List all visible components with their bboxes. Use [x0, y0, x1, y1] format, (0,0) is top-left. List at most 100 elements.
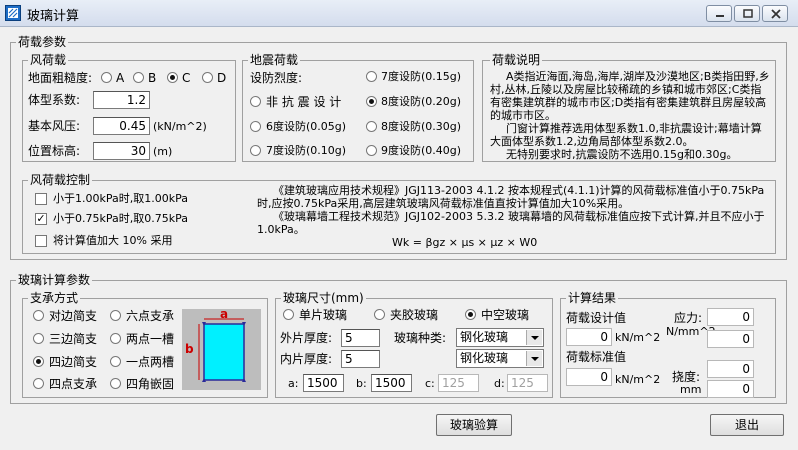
minimize-button[interactable] [706, 5, 732, 22]
support-four-corner-radio[interactable] [110, 378, 121, 389]
support-three-edge-label: 三边简支 [49, 332, 98, 346]
maximize-button[interactable] [734, 5, 760, 22]
laminated-glass-radio[interactable] [374, 309, 385, 320]
control-note-2: 《玻璃幕墙工程技术规范》JGJ102-2003 5.3.2 玻璃幕墙的风荷载标准… [257, 210, 765, 236]
seismic-6-005-label: 6度设防(0.05g) [266, 120, 347, 133]
support-four-point-label: 四点支承 [49, 377, 98, 391]
roughness-a-radio[interactable] [101, 72, 112, 83]
inner-kind-value: 钢化玻璃 [460, 351, 509, 365]
outer-thickness-label: 外片厚度: [280, 331, 333, 345]
std-value-label: 荷载标准值 [566, 350, 627, 364]
shape-coef-input[interactable]: 1.2 [93, 91, 150, 109]
roughness-label: 地面粗糙度: [28, 71, 93, 85]
dim-a-label: a [220, 307, 229, 321]
deflection-output-1: 0 [707, 360, 754, 378]
base-pressure-input[interactable]: 0.45 [93, 117, 150, 135]
seismic-legend: 地震荷载 [248, 53, 301, 67]
support-six-point-label: 六点支承 [126, 309, 175, 323]
support-legend: 支承方式 [28, 291, 81, 305]
increase-10-checkbox[interactable] [35, 235, 47, 247]
seismic-8-030-radio[interactable] [366, 121, 377, 132]
seismic-7-010-label: 7度设防(0.10g) [266, 144, 347, 157]
base-pressure-label: 基本风压: [28, 119, 81, 133]
design-value-output: 0 [566, 328, 612, 346]
roughness-b-radio[interactable] [133, 72, 144, 83]
design-value-unit: kN/m^2 [615, 331, 661, 344]
roughness-a-label: A [116, 71, 125, 85]
wind-load-legend: 风荷载 [28, 53, 69, 67]
inner-thickness-input[interactable]: 5 [341, 350, 380, 368]
support-one-point-slot-label: 一点两槽 [126, 355, 175, 369]
deflection-label: 挠度: [672, 370, 701, 384]
glass-check-button[interactable]: 玻璃验算 [436, 414, 512, 436]
seismic-8-020-radio[interactable] [366, 96, 377, 107]
insulated-glass-label: 中空玻璃 [481, 308, 530, 322]
app-icon [5, 5, 21, 21]
seismic-9-040-label: 9度设防(0.40g) [381, 144, 462, 157]
chevron-down-icon[interactable] [526, 351, 542, 366]
outer-kind-value: 钢化玻璃 [460, 330, 509, 344]
support-two-point-slot-radio[interactable] [110, 333, 121, 344]
roughness-d-label: D [217, 71, 227, 85]
min-075-checkbox[interactable]: ✓ [35, 213, 47, 225]
min-100-label: 小于1.00kPa时,取1.00kPa [53, 192, 188, 205]
roughness-c-label: C [182, 71, 191, 85]
support-two-edge-label: 对边简支 [49, 309, 98, 323]
size-b-label: b: [356, 377, 367, 390]
base-pressure-unit: (kN/m^2) [153, 120, 207, 133]
outer-kind-select[interactable]: 钢化玻璃 [456, 328, 544, 347]
height-label: 位置标高: [28, 144, 81, 158]
intensity-label: 设防烈度: [250, 71, 303, 85]
support-one-point-slot-radio[interactable] [110, 356, 121, 367]
size-a-input[interactable]: 1500 [303, 374, 344, 392]
seismic-8-030-label: 8度设防(0.30g) [381, 120, 462, 133]
single-glass-label: 单片玻璃 [299, 308, 348, 322]
exit-button[interactable]: 退出 [710, 414, 784, 436]
support-two-point-slot-label: 两点一槽 [126, 332, 175, 346]
std-value-output: 0 [566, 368, 612, 386]
insulated-glass-radio[interactable] [465, 309, 476, 320]
support-two-edge-radio[interactable] [33, 310, 44, 321]
support-six-point-radio[interactable] [110, 310, 121, 321]
seismic-7-015-radio[interactable] [366, 71, 377, 82]
glass-params-legend: 玻璃计算参数 [16, 273, 93, 287]
close-button[interactable] [762, 5, 788, 22]
size-a-label: a: [288, 377, 299, 390]
result-legend: 计算结果 [566, 291, 619, 305]
support-four-point-radio[interactable] [33, 378, 44, 389]
support-four-corner-label: 四角嵌固 [126, 377, 175, 391]
title-bar [0, 0, 798, 27]
seismic-9-040-radio[interactable] [366, 145, 377, 156]
size-b-input[interactable]: 1500 [371, 374, 412, 392]
seismic-none-radio[interactable] [250, 96, 261, 107]
stress-label: 应力: [674, 311, 703, 325]
load-notes-text-1: A类指近海面,海岛,海岸,湖岸及沙漠地区;B类指田野,乡村,丛林,丘陵以及房屋比… [490, 70, 770, 122]
height-unit: (m) [153, 145, 173, 158]
control-note-1: 《建筑玻璃应用技术规程》JGJ113-2003 4.1.2 按本规程式(4.1.… [257, 184, 765, 210]
support-three-edge-radio[interactable] [33, 333, 44, 344]
roughness-d-radio[interactable] [202, 72, 213, 83]
height-input[interactable]: 30 [93, 142, 150, 160]
stress-output-1: 0 [707, 308, 754, 326]
load-params-legend: 荷载参数 [16, 35, 69, 49]
size-d-input[interactable]: 125 [507, 374, 548, 392]
support-four-edge-radio[interactable] [33, 356, 44, 367]
inner-kind-select[interactable]: 钢化玻璃 [456, 349, 544, 368]
load-notes-text-2: 门窗计算推荐选用体型系数1.0,非抗震设计;幕墙计算大面体型系数1.2,边角局部… [490, 122, 762, 148]
min-100-checkbox[interactable] [35, 193, 47, 205]
load-notes-text-3: 无特别要求时,抗震设防不选用0.15g和0.30g。 [506, 148, 738, 161]
chevron-down-icon[interactable] [526, 330, 542, 345]
shape-coef-label: 体型系数: [28, 93, 81, 107]
size-c-input[interactable]: 125 [438, 374, 479, 392]
seismic-6-005-radio[interactable] [250, 121, 261, 132]
dim-b-label: b [185, 342, 194, 356]
checkmark-icon: ✓ [36, 212, 46, 225]
std-value-unit: kN/m^2 [615, 373, 661, 386]
size-d-label: d: [494, 377, 505, 390]
roughness-c-radio[interactable] [167, 72, 178, 83]
seismic-7-010-radio[interactable] [250, 145, 261, 156]
outer-thickness-input[interactable]: 5 [341, 329, 380, 347]
inner-thickness-label: 内片厚度: [280, 352, 333, 366]
support-four-edge-label: 四边简支 [49, 355, 98, 369]
single-glass-radio[interactable] [283, 309, 294, 320]
